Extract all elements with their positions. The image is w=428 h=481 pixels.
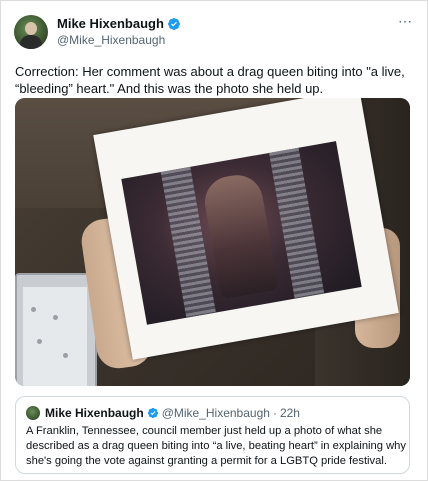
author-avatar[interactable] xyxy=(14,15,48,49)
quoted-tweet[interactable]: Mike Hixenbaugh @Mike_Hixenbaugh · 22h A… xyxy=(15,396,410,474)
quoted-timestamp[interactable]: 22h xyxy=(280,406,300,420)
tweet-text: Correction: Her comment was about a drag… xyxy=(15,64,405,96)
quoted-author-avatar xyxy=(26,406,40,420)
held-up-photo-print xyxy=(93,98,399,360)
quoted-author-name: Mike Hixenbaugh xyxy=(45,406,144,420)
more-horizontal-icon[interactable]: ⋯ xyxy=(398,14,413,28)
author-name[interactable]: Mike Hixenbaugh xyxy=(57,16,164,31)
author-name-row: Mike Hixenbaugh xyxy=(57,16,181,31)
verified-badge-icon xyxy=(147,407,158,419)
quoted-author-handle: @Mike_Hixenbaugh xyxy=(161,406,270,420)
tablet-device xyxy=(15,273,97,386)
tweet-media-image[interactable] xyxy=(15,98,410,386)
quoted-author-row: Mike Hixenbaugh @Mike_Hixenbaugh · 22h xyxy=(45,406,300,420)
verified-badge-icon xyxy=(167,17,180,30)
dot-separator: · xyxy=(272,406,277,420)
quoted-tweet-text: A Franklin, Tennessee, council member ju… xyxy=(26,425,406,467)
tweet[interactable]: Mike Hixenbaugh @Mike_Hixenbaugh ⋯ Corre… xyxy=(0,0,428,481)
author-handle[interactable]: @Mike_Hixenbaugh xyxy=(57,33,165,47)
